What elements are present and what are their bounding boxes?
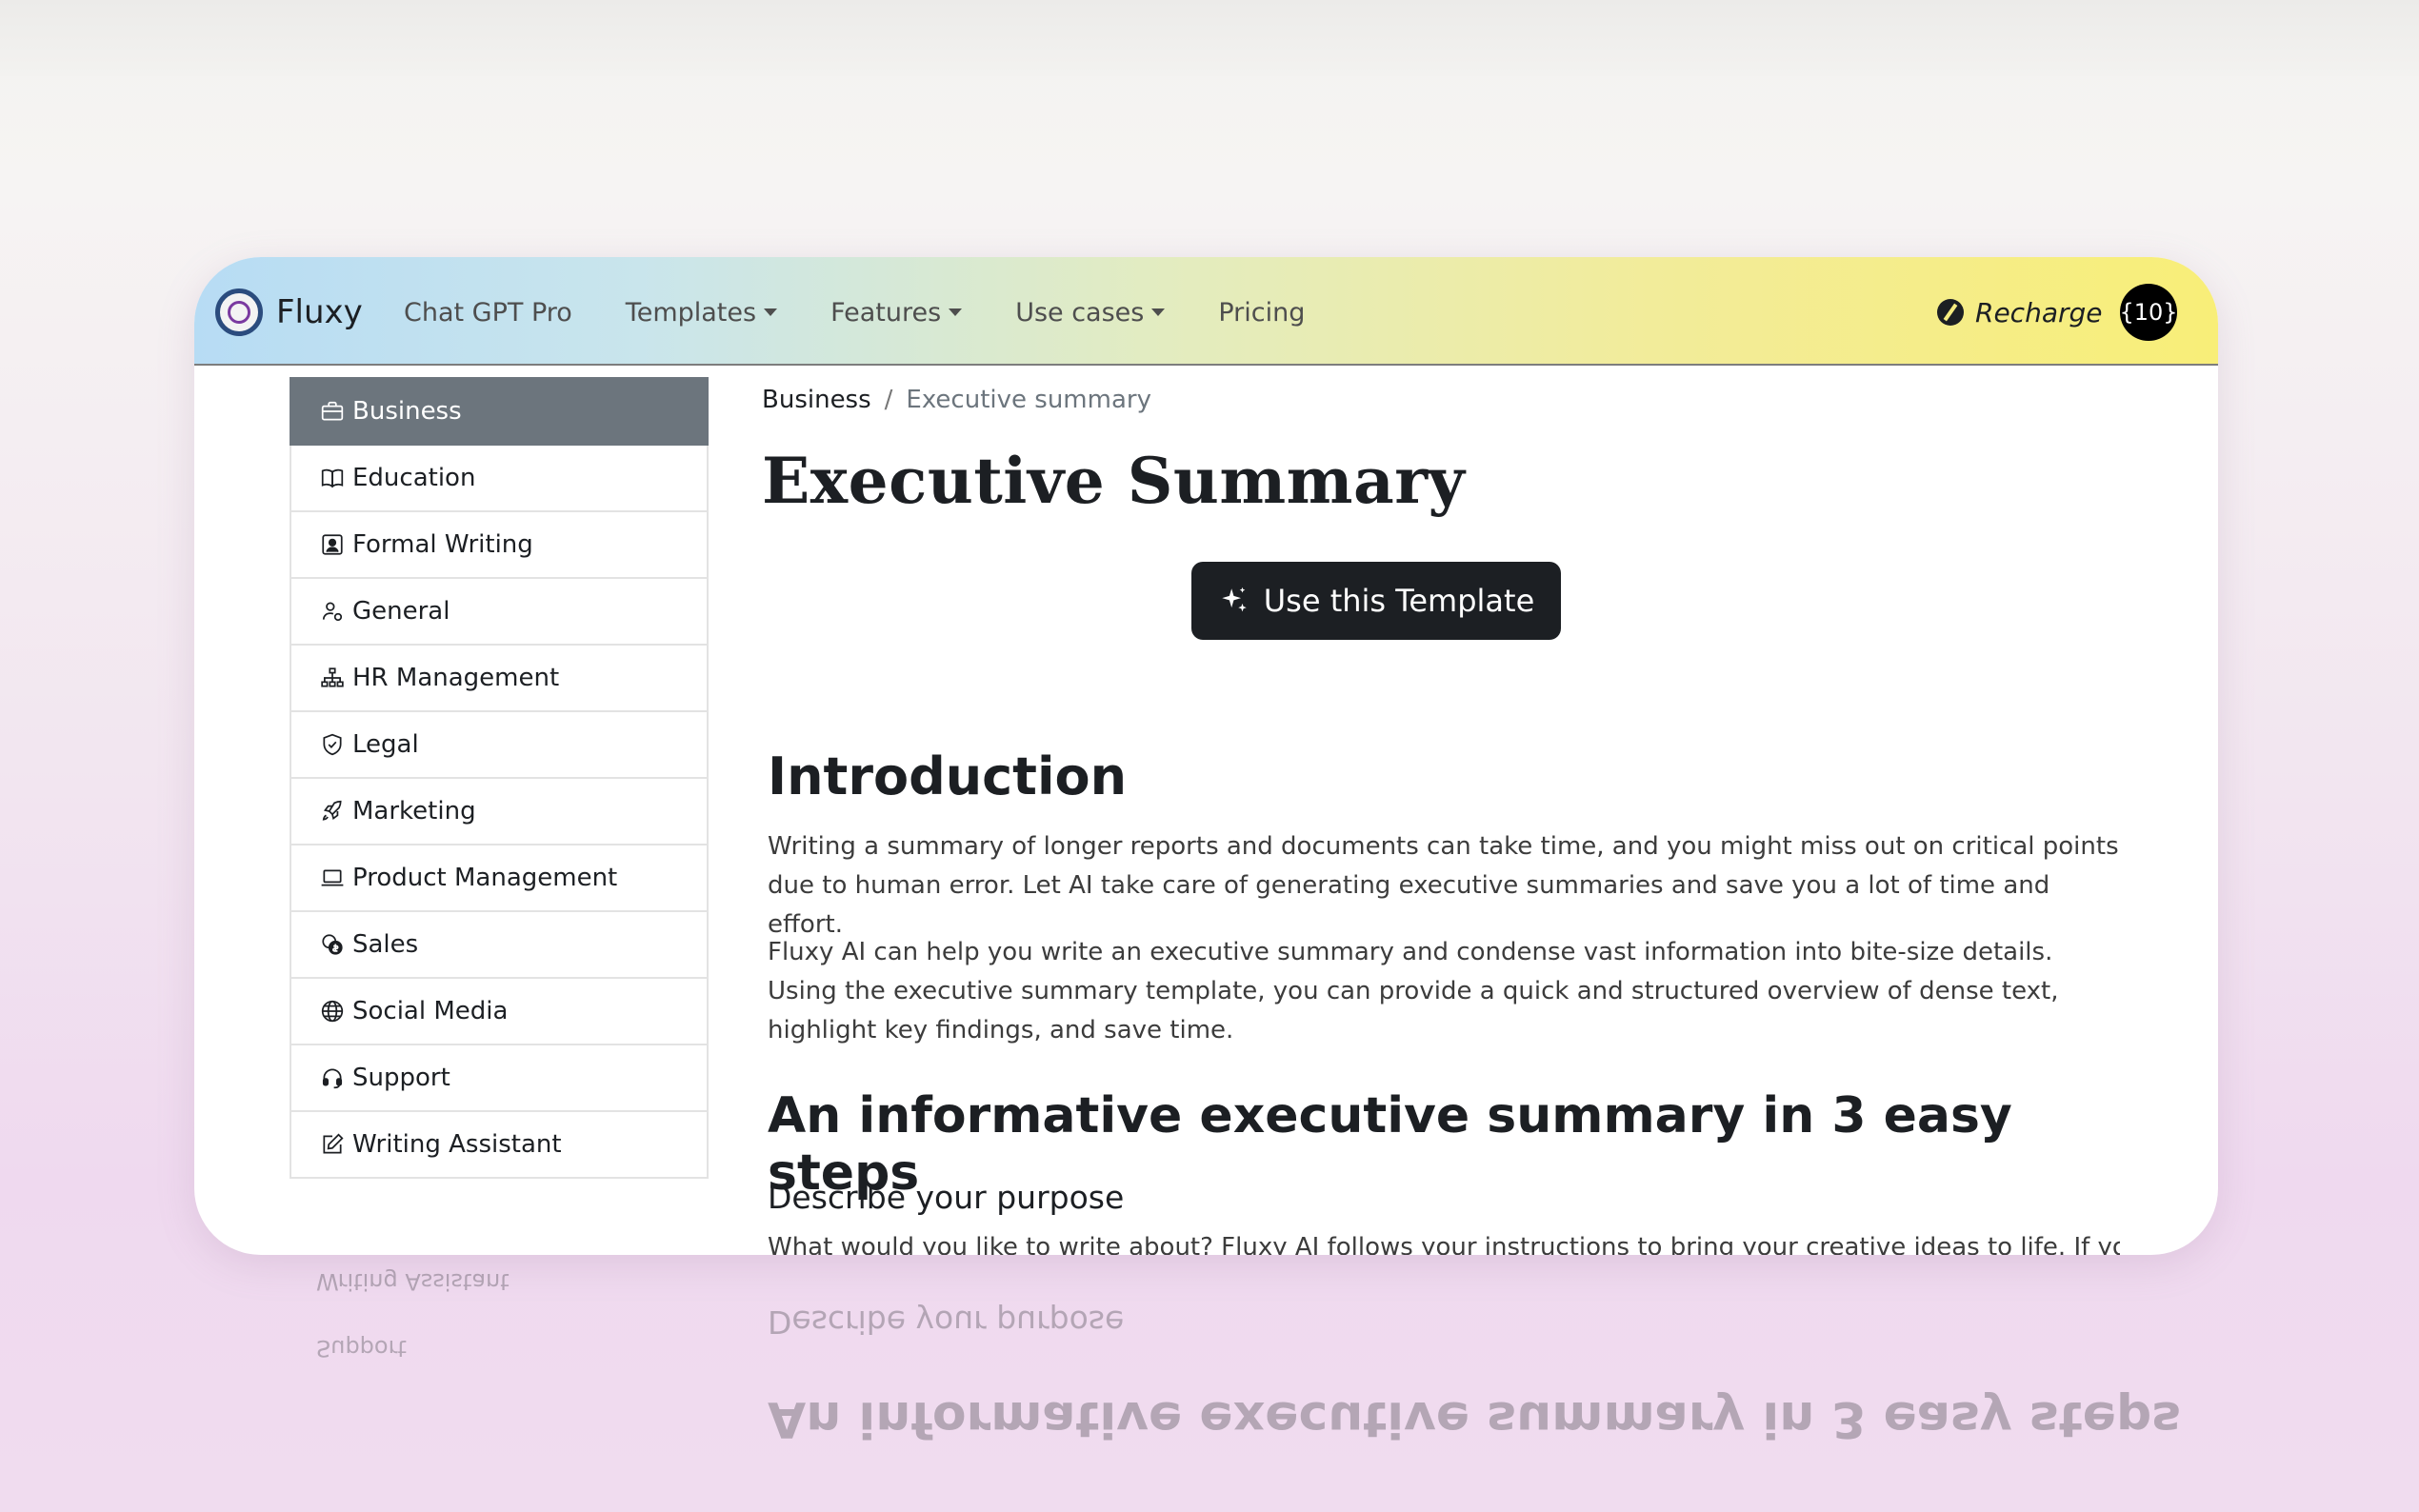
nav-features-dropdown[interactable]: Features: [830, 297, 963, 328]
recharge-link[interactable]: Recharge: [1937, 289, 2103, 335]
recharge-icon: [1937, 299, 1964, 326]
window-reflection: An informative executive summary in 3 ea…: [194, 1257, 2218, 1447]
nav-pricing-label: Pricing: [1218, 297, 1306, 328]
nav-use-cases-label: Use cases: [1015, 297, 1145, 328]
cta-wrapper: Use this Template: [762, 562, 2124, 640]
browser-window: Fluxy Chat GPT Pro Templates Features Us…: [194, 257, 2218, 1255]
nav-templates-dropdown[interactable]: Templates: [625, 297, 778, 328]
person-gear-icon: [318, 597, 347, 626]
recharge-label: Recharge: [1975, 296, 2103, 328]
nav-use-cases-dropdown[interactable]: Use cases: [1015, 297, 1166, 328]
sidebar-item-label: Product Management: [352, 864, 618, 892]
sidebar-item-product-management[interactable]: Product Management: [290, 846, 709, 912]
nav-links: Chat GPT Pro Templates Features Use case…: [404, 288, 1358, 337]
page-title: Executive Summary: [762, 444, 1466, 518]
main-content: Business / Executive summary Executive S…: [762, 381, 2124, 1255]
breadcrumb-parent-link[interactable]: Business: [762, 386, 871, 414]
sidebar-item-label: Legal: [352, 730, 419, 759]
laptop-icon: [318, 864, 347, 892]
credits-badge[interactable]: {10}: [2119, 284, 2178, 341]
reflection-writing-assistant-label: Writing Assistant: [316, 1268, 510, 1295]
reflection-support-label: Support: [316, 1335, 407, 1362]
sidebar-item-legal[interactable]: Legal: [290, 712, 709, 779]
intro-paragraph-2: Fluxy AI can help you write an executive…: [768, 938, 2059, 1044]
sidebar-item-hr-management[interactable]: HR Management: [290, 646, 709, 712]
step1-heading: Describe your purpose: [768, 1179, 1125, 1216]
brand[interactable]: Fluxy: [215, 288, 363, 337]
sidebar-item-label: Marketing: [352, 797, 476, 826]
sidebar-item-writing-assistant[interactable]: Writing Assistant: [290, 1112, 709, 1179]
rocket-icon: [318, 797, 347, 826]
pencil-square-icon: [318, 1130, 347, 1159]
globe-icon: [318, 997, 347, 1025]
shield-check-icon: [318, 730, 347, 759]
caret-down-icon: [1151, 308, 1166, 316]
coins-icon: [318, 930, 347, 959]
sidebar-item-label: Education: [352, 464, 476, 492]
sidebar-item-label: Support: [352, 1064, 450, 1092]
use-template-label: Use this Template: [1263, 583, 1535, 619]
org-chart-icon: [318, 664, 347, 692]
intro-paragraph-1: Writing a summary of longer reports and …: [768, 832, 2119, 939]
brand-name: Fluxy: [276, 293, 363, 331]
top-background-band: [0, 0, 2419, 76]
reflection-inner: An informative executive summary in 3 ea…: [194, 1257, 2218, 1447]
sidebar-item-label: Formal Writing: [352, 530, 533, 559]
sidebar-item-label: General: [352, 597, 450, 626]
reflection-steps-heading: An informative executive summary in 3 ea…: [768, 1390, 2182, 1447]
use-template-button[interactable]: Use this Template: [1190, 562, 1562, 640]
nav-chat-gpt-pro-label: Chat GPT Pro: [404, 297, 572, 328]
sidebar-item-marketing[interactable]: Marketing: [290, 779, 709, 846]
category-sidebar: Business Education Formal Writing Genera…: [290, 377, 709, 1179]
sidebar-item-support[interactable]: Support: [290, 1045, 709, 1112]
sidebar-item-social-media[interactable]: Social Media: [290, 979, 709, 1045]
sidebar-item-label: Sales: [352, 930, 419, 959]
sidebar-item-label: Business: [352, 397, 462, 426]
introduction-heading: Introduction: [768, 746, 1128, 806]
breadcrumb-separator: /: [884, 386, 893, 414]
sidebar-item-education[interactable]: Education: [290, 446, 709, 512]
sidebar-item-label: Social Media: [352, 997, 509, 1025]
book-icon: [318, 464, 347, 492]
briefcase-icon: [318, 397, 347, 426]
sidebar-item-sales[interactable]: Sales: [290, 912, 709, 979]
step1-text: What would you like to write about? Flux…: [768, 1233, 2120, 1255]
sidebar-item-formal-writing[interactable]: Formal Writing: [290, 512, 709, 579]
sidebar-item-label: Writing Assistant: [352, 1130, 562, 1159]
sidebar-item-business[interactable]: Business: [290, 377, 709, 446]
navbar: Fluxy Chat GPT Pro Templates Features Us…: [194, 257, 2218, 366]
breadcrumb-current: Executive summary: [906, 386, 1151, 414]
headset-icon: [318, 1064, 347, 1092]
person-badge-icon: [318, 530, 347, 559]
nav-pricing[interactable]: Pricing: [1218, 298, 1305, 328]
reflection-step1-heading: Describe your purpose: [768, 1303, 1125, 1341]
nav-templates-label: Templates: [625, 297, 757, 328]
brand-logo-icon: [215, 288, 263, 336]
nav-chat-gpt-pro[interactable]: Chat GPT Pro: [404, 298, 572, 328]
sidebar-item-general[interactable]: General: [290, 579, 709, 646]
sidebar-item-label: HR Management: [352, 664, 560, 692]
nav-features-label: Features: [830, 297, 942, 328]
breadcrumb: Business / Executive summary: [762, 381, 2124, 419]
caret-down-icon: [764, 308, 778, 316]
sparkles-icon: [1221, 587, 1247, 612]
caret-down-icon: [949, 308, 963, 316]
